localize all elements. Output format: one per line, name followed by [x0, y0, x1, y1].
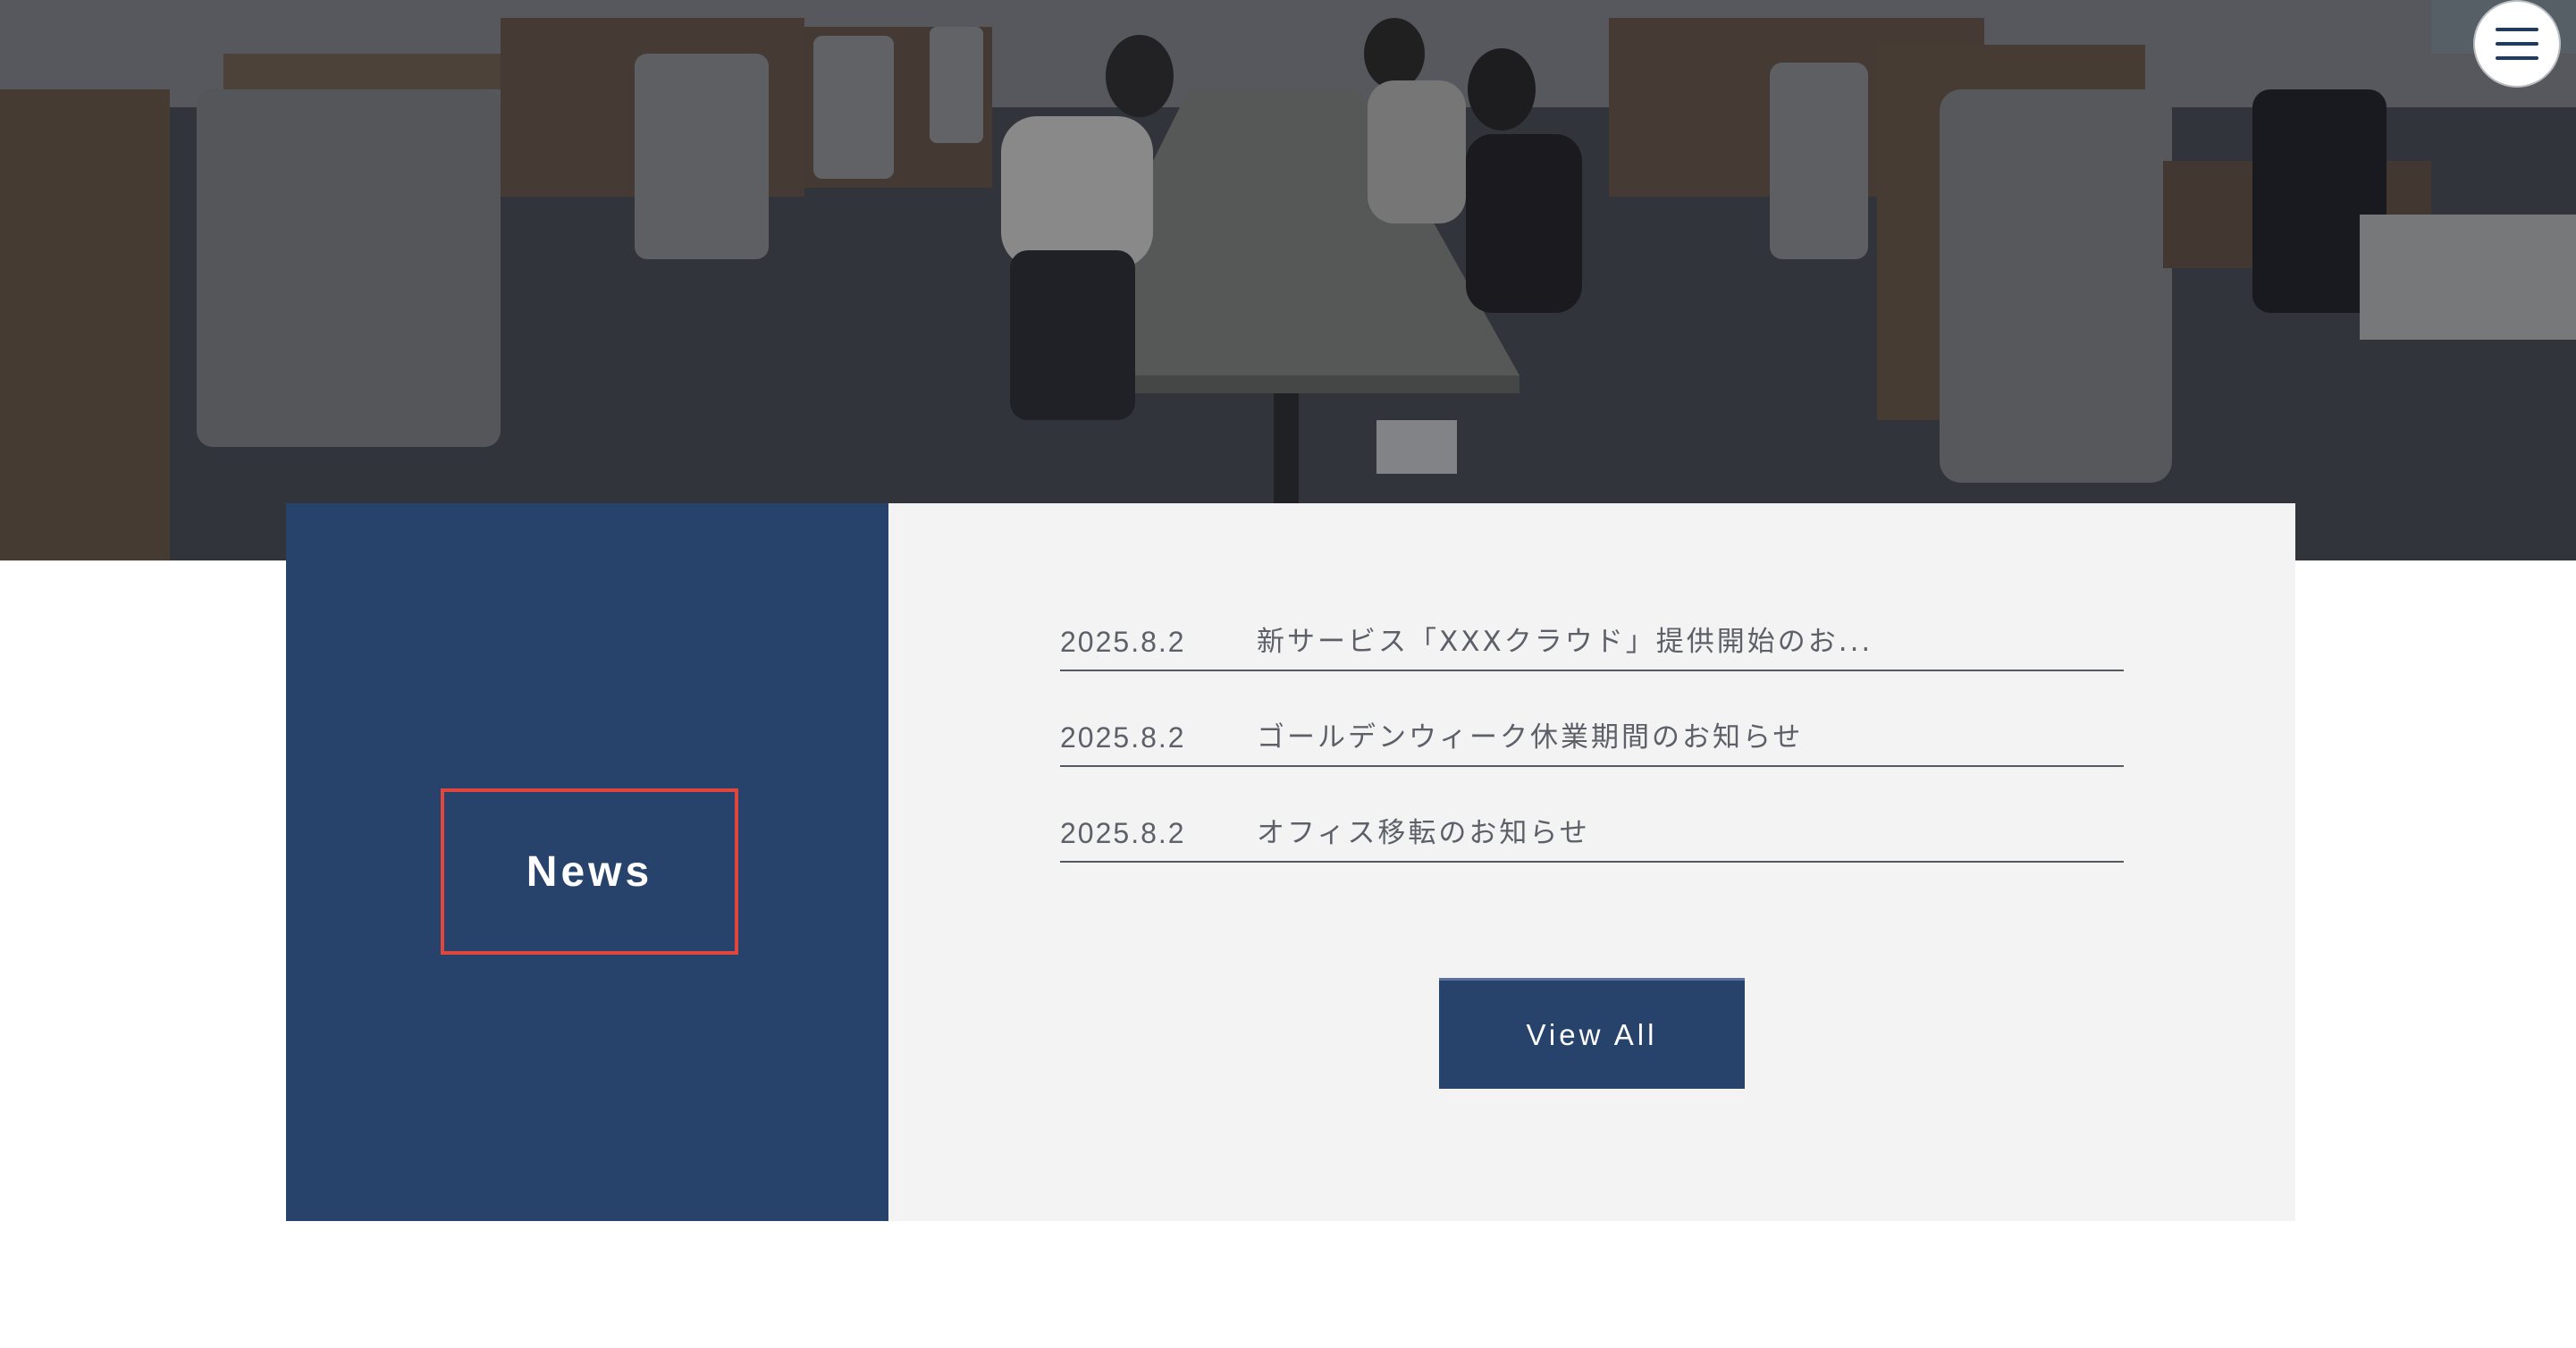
hero-overlay	[0, 0, 2576, 560]
view-all-button[interactable]: View All	[1439, 978, 1745, 1089]
news-item[interactable]: 2025.8.2 オフィス移転のお知らせ	[1060, 767, 2124, 863]
news-title: News	[526, 847, 653, 896]
news-item[interactable]: 2025.8.2 新サービス「XXXクラウド」提供開始のお...	[1060, 609, 2124, 671]
news-title-box: News	[441, 788, 738, 955]
hero-image	[0, 0, 2576, 560]
news-item[interactable]: 2025.8.2 ゴールデンウィーク休業期間のお知らせ	[1060, 671, 2124, 767]
news-date: 2025.8.2	[1060, 721, 1186, 754]
menu-line	[2496, 56, 2538, 60]
news-heading-panel: News	[286, 503, 888, 1221]
news-headline: 新サービス「XXXクラウド」提供開始のお...	[1257, 626, 1873, 658]
menu-line	[2496, 28, 2538, 31]
news-date: 2025.8.2	[1060, 626, 1186, 658]
news-list-panel: 2025.8.2 新サービス「XXXクラウド」提供開始のお... 2025.8.…	[888, 503, 2295, 1221]
news-list: 2025.8.2 新サービス「XXXクラウド」提供開始のお... 2025.8.…	[1060, 609, 2124, 863]
hamburger-menu-icon[interactable]	[2475, 2, 2559, 86]
view-all-label: View All	[1526, 1017, 1658, 1051]
menu-line	[2496, 42, 2538, 46]
news-headline: オフィス移転のお知らせ	[1257, 817, 1590, 849]
news-headline: ゴールデンウィーク休業期間のお知らせ	[1257, 721, 1804, 754]
news-date: 2025.8.2	[1060, 817, 1186, 849]
